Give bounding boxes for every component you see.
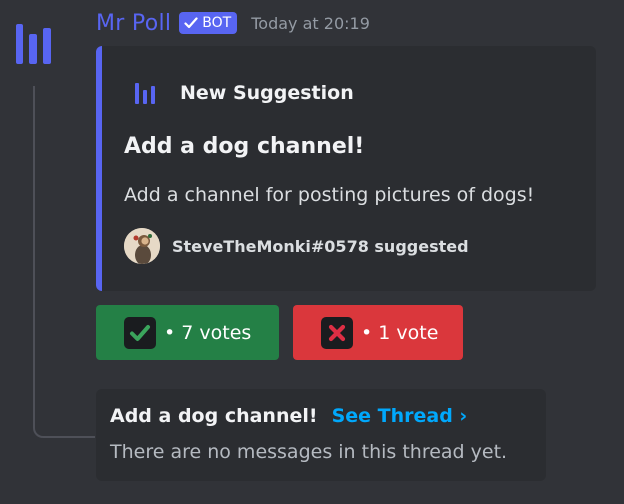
check-mark-icon xyxy=(124,316,156,349)
vote-no-button[interactable]: • 1 vote xyxy=(293,305,463,360)
poll-bars-icon xyxy=(132,80,158,106)
thread-empty-message: There are no messages in this thread yet… xyxy=(110,441,508,463)
bot-avatar-poll-bars-icon[interactable] xyxy=(14,22,54,66)
thread-preview-card[interactable]: Add a dog channel! See Thread › There ar… xyxy=(96,389,546,481)
embed-footer: SteveTheMonki#0578 suggested xyxy=(124,228,469,264)
suggester-avatar xyxy=(124,228,160,264)
suggestion-embed: New Suggestion Add a dog channel! Add a … xyxy=(96,46,596,291)
author-username[interactable]: Mr Poll xyxy=(96,11,171,36)
bot-tag-label: BOT xyxy=(202,15,232,31)
message-header: Mr Poll BOT Today at 20:19 xyxy=(96,6,370,40)
thread-connector-line xyxy=(33,86,95,438)
verified-check-icon xyxy=(184,17,198,29)
embed-author: New Suggestion xyxy=(132,80,354,106)
vote-yes-count: • 7 votes xyxy=(164,321,252,344)
cross-mark-icon xyxy=(321,316,353,349)
thread-header: Add a dog channel! See Thread › xyxy=(110,405,467,427)
see-thread-link[interactable]: See Thread › xyxy=(332,405,468,427)
embed-accent-bar xyxy=(96,46,102,291)
vote-yes-button[interactable]: • 7 votes xyxy=(96,305,279,360)
embed-author-name: New Suggestion xyxy=(180,82,354,104)
bot-tag: BOT xyxy=(179,12,238,34)
message-container: Mr Poll BOT Today at 20:19 New Suggestio… xyxy=(0,0,624,504)
message-timestamp[interactable]: Today at 20:19 xyxy=(251,14,370,33)
embed-footer-text: SteveTheMonki#0578 suggested xyxy=(172,236,469,256)
embed-title: Add a dog channel! xyxy=(124,134,365,159)
thread-name[interactable]: Add a dog channel! xyxy=(110,405,318,427)
vote-no-count: • 1 vote xyxy=(361,321,439,344)
embed-description: Add a channel for posting pictures of do… xyxy=(124,184,535,206)
